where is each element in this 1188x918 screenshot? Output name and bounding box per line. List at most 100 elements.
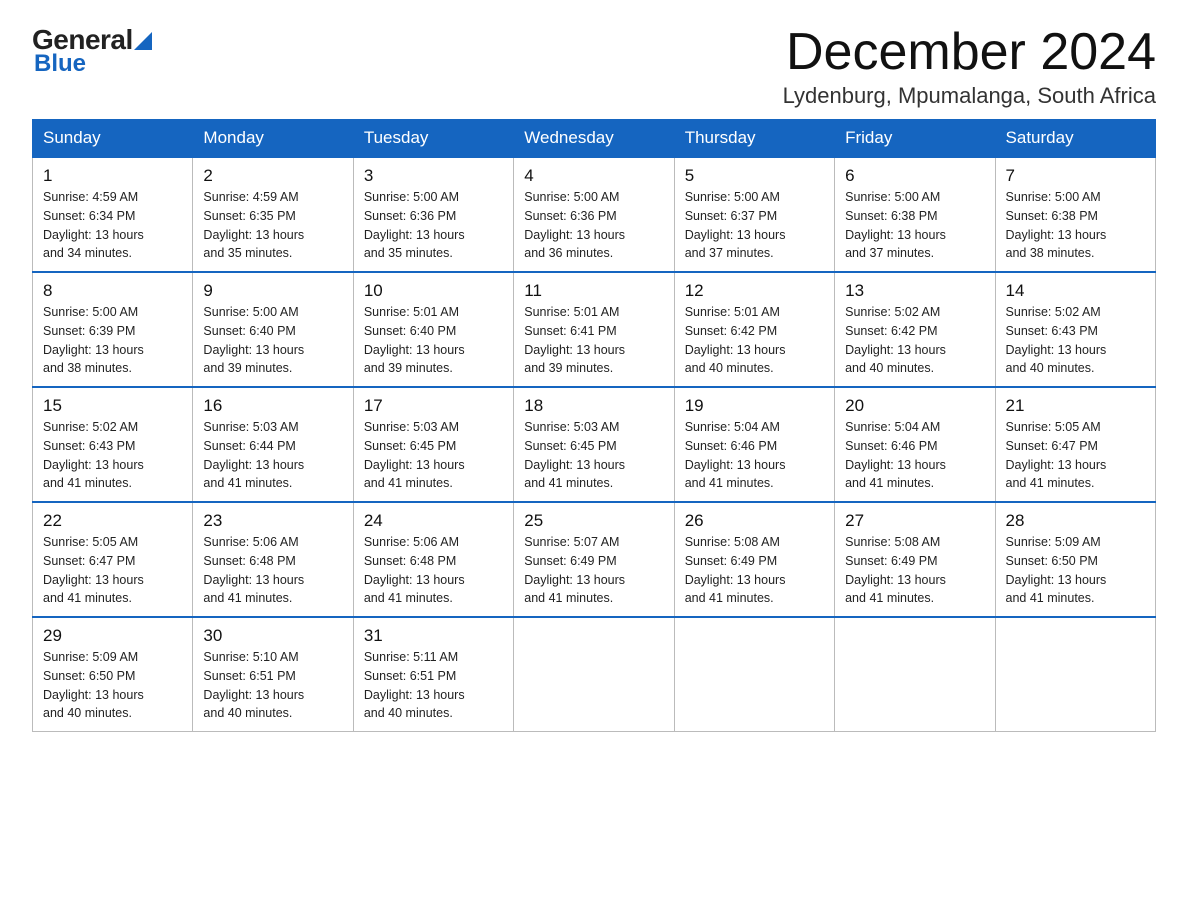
cell-content: 21 Sunrise: 5:05 AM Sunset: 6:47 PM Dayl… (1006, 396, 1145, 493)
day-number: 16 (203, 396, 342, 416)
day-info: Sunrise: 5:06 AM Sunset: 6:48 PM Dayligh… (203, 533, 342, 608)
calendar-cell: 15 Sunrise: 5:02 AM Sunset: 6:43 PM Dayl… (33, 387, 193, 502)
calendar-cell: 13 Sunrise: 5:02 AM Sunset: 6:42 PM Dayl… (835, 272, 995, 387)
day-number: 31 (364, 626, 503, 646)
title-area: December 2024 Lydenburg, Mpumalanga, Sou… (783, 24, 1156, 109)
cell-content: 20 Sunrise: 5:04 AM Sunset: 6:46 PM Dayl… (845, 396, 984, 493)
cell-content: 16 Sunrise: 5:03 AM Sunset: 6:44 PM Dayl… (203, 396, 342, 493)
cell-content: 29 Sunrise: 5:09 AM Sunset: 6:50 PM Dayl… (43, 626, 182, 723)
calendar-cell: 8 Sunrise: 5:00 AM Sunset: 6:39 PM Dayli… (33, 272, 193, 387)
cell-content: 27 Sunrise: 5:08 AM Sunset: 6:49 PM Dayl… (845, 511, 984, 608)
day-number: 6 (845, 166, 984, 186)
week-row-1: 1 Sunrise: 4:59 AM Sunset: 6:34 PM Dayli… (33, 157, 1156, 272)
calendar-cell: 16 Sunrise: 5:03 AM Sunset: 6:44 PM Dayl… (193, 387, 353, 502)
month-year-title: December 2024 (783, 24, 1156, 81)
day-number: 21 (1006, 396, 1145, 416)
day-number: 30 (203, 626, 342, 646)
calendar-cell: 29 Sunrise: 5:09 AM Sunset: 6:50 PM Dayl… (33, 617, 193, 732)
day-number: 13 (845, 281, 984, 301)
cell-content: 9 Sunrise: 5:00 AM Sunset: 6:40 PM Dayli… (203, 281, 342, 378)
calendar-cell: 19 Sunrise: 5:04 AM Sunset: 6:46 PM Dayl… (674, 387, 834, 502)
cell-content: 17 Sunrise: 5:03 AM Sunset: 6:45 PM Dayl… (364, 396, 503, 493)
day-number: 19 (685, 396, 824, 416)
weekday-header-wednesday: Wednesday (514, 120, 674, 158)
cell-content: 24 Sunrise: 5:06 AM Sunset: 6:48 PM Dayl… (364, 511, 503, 608)
day-info: Sunrise: 5:00 AM Sunset: 6:36 PM Dayligh… (364, 188, 503, 263)
cell-content: 15 Sunrise: 5:02 AM Sunset: 6:43 PM Dayl… (43, 396, 182, 493)
day-info: Sunrise: 5:00 AM Sunset: 6:36 PM Dayligh… (524, 188, 663, 263)
day-number: 7 (1006, 166, 1145, 186)
day-number: 8 (43, 281, 182, 301)
day-number: 20 (845, 396, 984, 416)
cell-content: 12 Sunrise: 5:01 AM Sunset: 6:42 PM Dayl… (685, 281, 824, 378)
cell-content: 11 Sunrise: 5:01 AM Sunset: 6:41 PM Dayl… (524, 281, 663, 378)
day-number: 15 (43, 396, 182, 416)
calendar-table: SundayMondayTuesdayWednesdayThursdayFrid… (32, 119, 1156, 732)
logo-area: General Blue (32, 24, 152, 78)
calendar-cell: 23 Sunrise: 5:06 AM Sunset: 6:48 PM Dayl… (193, 502, 353, 617)
day-info: Sunrise: 5:01 AM Sunset: 6:42 PM Dayligh… (685, 303, 824, 378)
cell-content: 13 Sunrise: 5:02 AM Sunset: 6:42 PM Dayl… (845, 281, 984, 378)
day-info: Sunrise: 5:09 AM Sunset: 6:50 PM Dayligh… (43, 648, 182, 723)
cell-content: 31 Sunrise: 5:11 AM Sunset: 6:51 PM Dayl… (364, 626, 503, 723)
day-number: 2 (203, 166, 342, 186)
day-info: Sunrise: 5:08 AM Sunset: 6:49 PM Dayligh… (685, 533, 824, 608)
day-info: Sunrise: 5:00 AM Sunset: 6:38 PM Dayligh… (1006, 188, 1145, 263)
day-info: Sunrise: 5:03 AM Sunset: 6:45 PM Dayligh… (524, 418, 663, 493)
cell-content: 3 Sunrise: 5:00 AM Sunset: 6:36 PM Dayli… (364, 166, 503, 263)
calendar-cell: 6 Sunrise: 5:00 AM Sunset: 6:38 PM Dayli… (835, 157, 995, 272)
day-number: 29 (43, 626, 182, 646)
calendar-cell (674, 617, 834, 732)
day-info: Sunrise: 5:09 AM Sunset: 6:50 PM Dayligh… (1006, 533, 1145, 608)
day-info: Sunrise: 5:06 AM Sunset: 6:48 PM Dayligh… (364, 533, 503, 608)
day-info: Sunrise: 5:00 AM Sunset: 6:37 PM Dayligh… (685, 188, 824, 263)
weekday-header-saturday: Saturday (995, 120, 1155, 158)
calendar-cell: 12 Sunrise: 5:01 AM Sunset: 6:42 PM Dayl… (674, 272, 834, 387)
day-info: Sunrise: 5:03 AM Sunset: 6:44 PM Dayligh… (203, 418, 342, 493)
cell-content: 18 Sunrise: 5:03 AM Sunset: 6:45 PM Dayl… (524, 396, 663, 493)
day-number: 22 (43, 511, 182, 531)
day-info: Sunrise: 5:02 AM Sunset: 6:43 PM Dayligh… (43, 418, 182, 493)
day-number: 5 (685, 166, 824, 186)
day-number: 3 (364, 166, 503, 186)
day-number: 25 (524, 511, 663, 531)
calendar-cell: 10 Sunrise: 5:01 AM Sunset: 6:40 PM Dayl… (353, 272, 513, 387)
logo-triangle-icon (134, 28, 152, 50)
logo-blue-text: Blue (34, 50, 152, 78)
day-info: Sunrise: 5:07 AM Sunset: 6:49 PM Dayligh… (524, 533, 663, 608)
day-info: Sunrise: 5:02 AM Sunset: 6:43 PM Dayligh… (1006, 303, 1145, 378)
cell-content: 4 Sunrise: 5:00 AM Sunset: 6:36 PM Dayli… (524, 166, 663, 263)
day-info: Sunrise: 5:02 AM Sunset: 6:42 PM Dayligh… (845, 303, 984, 378)
calendar-cell (835, 617, 995, 732)
day-info: Sunrise: 5:03 AM Sunset: 6:45 PM Dayligh… (364, 418, 503, 493)
day-info: Sunrise: 5:10 AM Sunset: 6:51 PM Dayligh… (203, 648, 342, 723)
day-number: 12 (685, 281, 824, 301)
day-number: 17 (364, 396, 503, 416)
day-number: 11 (524, 281, 663, 301)
day-number: 24 (364, 511, 503, 531)
cell-content: 2 Sunrise: 4:59 AM Sunset: 6:35 PM Dayli… (203, 166, 342, 263)
day-number: 9 (203, 281, 342, 301)
calendar-cell: 11 Sunrise: 5:01 AM Sunset: 6:41 PM Dayl… (514, 272, 674, 387)
cell-content: 30 Sunrise: 5:10 AM Sunset: 6:51 PM Dayl… (203, 626, 342, 723)
calendar-cell: 20 Sunrise: 5:04 AM Sunset: 6:46 PM Dayl… (835, 387, 995, 502)
cell-content: 28 Sunrise: 5:09 AM Sunset: 6:50 PM Dayl… (1006, 511, 1145, 608)
cell-content: 8 Sunrise: 5:00 AM Sunset: 6:39 PM Dayli… (43, 281, 182, 378)
calendar-cell: 17 Sunrise: 5:03 AM Sunset: 6:45 PM Dayl… (353, 387, 513, 502)
day-info: Sunrise: 5:01 AM Sunset: 6:40 PM Dayligh… (364, 303, 503, 378)
day-info: Sunrise: 5:05 AM Sunset: 6:47 PM Dayligh… (43, 533, 182, 608)
day-number: 23 (203, 511, 342, 531)
weekday-header-sunday: Sunday (33, 120, 193, 158)
calendar-cell: 5 Sunrise: 5:00 AM Sunset: 6:37 PM Dayli… (674, 157, 834, 272)
calendar-cell: 28 Sunrise: 5:09 AM Sunset: 6:50 PM Dayl… (995, 502, 1155, 617)
day-info: Sunrise: 5:08 AM Sunset: 6:49 PM Dayligh… (845, 533, 984, 608)
weekday-header-tuesday: Tuesday (353, 120, 513, 158)
day-number: 27 (845, 511, 984, 531)
cell-content: 22 Sunrise: 5:05 AM Sunset: 6:47 PM Dayl… (43, 511, 182, 608)
week-row-3: 15 Sunrise: 5:02 AM Sunset: 6:43 PM Dayl… (33, 387, 1156, 502)
calendar-cell: 21 Sunrise: 5:05 AM Sunset: 6:47 PM Dayl… (995, 387, 1155, 502)
calendar-cell: 3 Sunrise: 5:00 AM Sunset: 6:36 PM Dayli… (353, 157, 513, 272)
location-subtitle: Lydenburg, Mpumalanga, South Africa (783, 83, 1156, 109)
cell-content: 14 Sunrise: 5:02 AM Sunset: 6:43 PM Dayl… (1006, 281, 1145, 378)
day-info: Sunrise: 5:05 AM Sunset: 6:47 PM Dayligh… (1006, 418, 1145, 493)
